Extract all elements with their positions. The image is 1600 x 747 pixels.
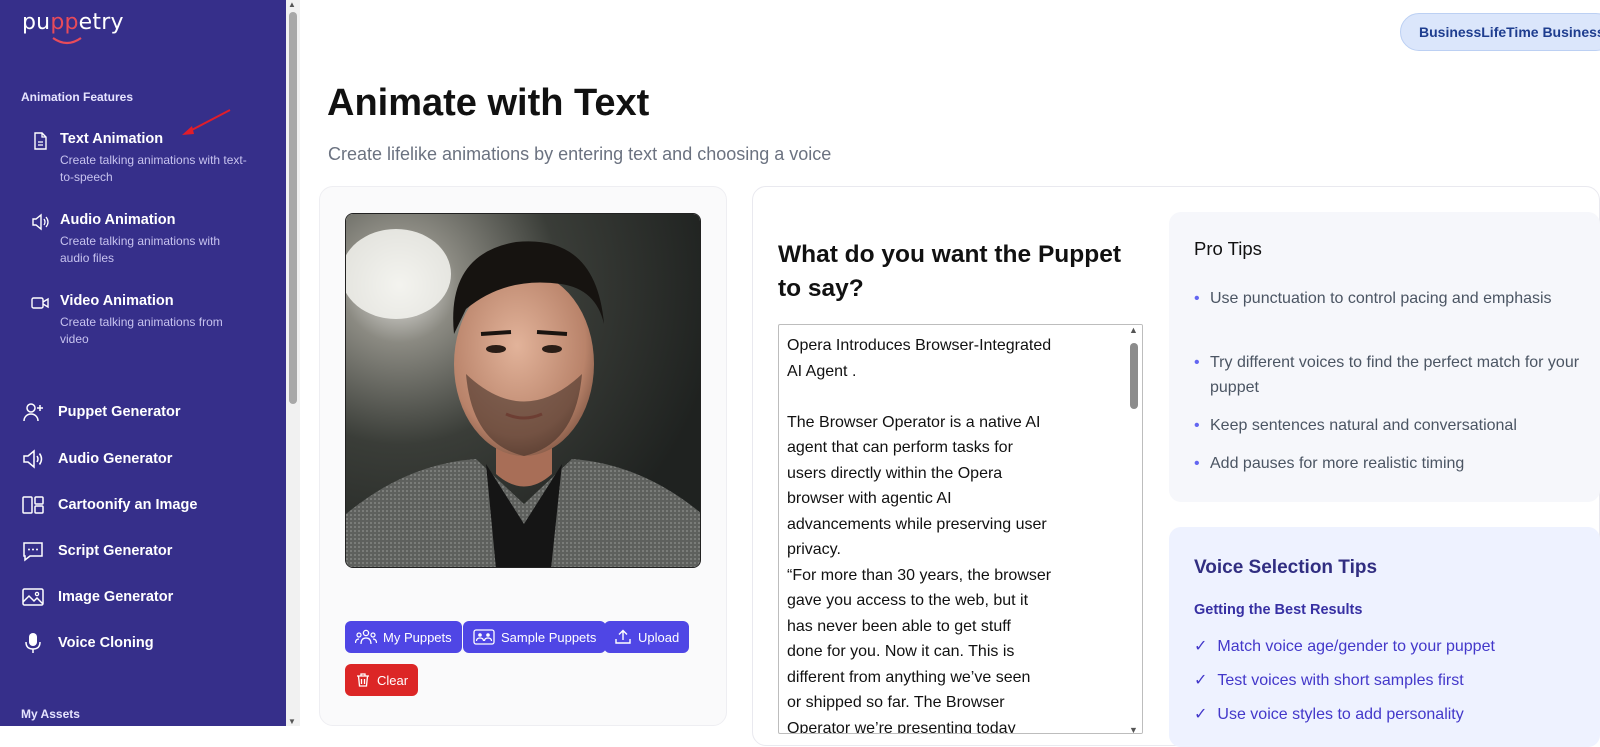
- clear-button[interactable]: Clear: [345, 664, 419, 696]
- check-icon: ✓: [1194, 672, 1208, 689]
- pro-tip-item: • Try different voices to find the perfec…: [1194, 350, 1584, 400]
- pro-tips-title: Pro Tips: [1194, 238, 1262, 259]
- sidebar-item-desc: Create talking animations from video: [60, 315, 223, 346]
- sidebar-item-puppet-generator[interactable]: Puppet Generator: [21, 398, 271, 426]
- scrollbar-thumb[interactable]: [289, 12, 297, 404]
- scroll-up-icon[interactable]: ▲: [1129, 325, 1138, 335]
- sidebar-item-image-generator[interactable]: Image Generator: [21, 583, 271, 611]
- my-puppets-button[interactable]: My Puppets: [345, 621, 462, 653]
- section-label-animation-features: Animation Features: [21, 90, 134, 104]
- pro-tip-item: • Keep sentences natural and conversation…: [1194, 413, 1584, 438]
- bullet-icon: •: [1194, 354, 1200, 371]
- annotation-arrow-icon: [182, 109, 231, 135]
- plan-badge-button[interactable]: BusinessLifeTime Business: [1400, 13, 1600, 51]
- sidebar-item-audio-generator[interactable]: Audio Generator: [21, 445, 271, 473]
- voice-tip-item: ✓ Use voice styles to add personality: [1194, 706, 1464, 723]
- pro-tips-panel: Pro Tips • Use punctuation to control pac…: [1169, 212, 1600, 502]
- speaker-icon: [23, 449, 43, 469]
- sample-puppets-button[interactable]: Sample Puppets: [463, 621, 607, 653]
- bullet-icon: •: [1194, 290, 1200, 307]
- pro-tip-item: • Use punctuation to control pacing and e…: [1194, 286, 1584, 311]
- speaker-icon: [32, 213, 49, 231]
- sidebar-item-text-animation[interactable]: Text Animation Create talking animations…: [30, 131, 260, 187]
- image-icon: [22, 588, 44, 606]
- video-camera-icon: [31, 297, 49, 309]
- voice-tips-title: Voice Selection Tips: [1194, 557, 1378, 578]
- page-title: Animate with Text: [327, 82, 650, 124]
- microphone-icon: [25, 633, 41, 653]
- users-icon: [355, 629, 377, 645]
- check-icon: ✓: [1194, 706, 1208, 723]
- voice-tip-item: ✓ Match voice age/gender to your puppet: [1194, 638, 1495, 655]
- document-icon: [34, 132, 47, 150]
- bullet-icon: •: [1194, 417, 1200, 434]
- sidebar-item-title: Video Animation: [60, 293, 174, 309]
- script-prompt-title: What do you want the Puppet to say?: [778, 241, 1121, 302]
- chat-bubble-icon: [23, 542, 43, 562]
- sidebar-item-script-generator[interactable]: Script Generator: [21, 537, 271, 565]
- upload-button[interactable]: Upload: [604, 621, 690, 653]
- pro-tip-item: • Add pauses for more realistic timing: [1194, 451, 1584, 476]
- sidebar-item-title: Audio Animation: [60, 212, 176, 228]
- voice-tip-item: ✓ Test voices with short samples first: [1194, 672, 1464, 689]
- users-grid-icon: [473, 629, 495, 645]
- voice-tips-panel: Voice Selection Tips Getting the Best Re…: [1169, 527, 1600, 747]
- puppetry-logo[interactable]: puppetry: [22, 10, 124, 45]
- textarea-scrollbar[interactable]: ▲ ▼: [1126, 325, 1142, 733]
- scroll-up-icon[interactable]: ▲: [288, 0, 296, 9]
- logo-smile-icon: [52, 37, 82, 45]
- sidebar-scrollbar[interactable]: ▲ ▼: [286, 0, 300, 726]
- sidebar: puppetry Animation Features Text Animati…: [0, 0, 286, 726]
- script-text[interactable]: Opera Introduces Browser-Integrated AI A…: [787, 333, 1077, 733]
- script-textarea[interactable]: Opera Introduces Browser-Integrated AI A…: [778, 324, 1143, 734]
- sidebar-item-cartoonify[interactable]: Cartoonify an Image: [21, 491, 271, 519]
- trash-icon: [357, 673, 369, 687]
- sidebar-item-voice-cloning[interactable]: Voice Cloning: [21, 629, 271, 657]
- sidebar-item-desc: Create talking animations with text-to-s…: [60, 153, 247, 184]
- sidebar-item-video-animation[interactable]: Video Animation Create talking animation…: [30, 293, 260, 349]
- upload-icon: [615, 629, 631, 644]
- check-icon: ✓: [1194, 638, 1208, 655]
- scroll-down-icon[interactable]: ▼: [1129, 725, 1138, 733]
- section-label-my-assets: My Assets: [21, 707, 80, 721]
- user-plus-icon: [23, 403, 43, 422]
- sidebar-item-audio-animation[interactable]: Audio Animation Create talking animation…: [30, 212, 260, 268]
- layout-icon: [22, 496, 44, 514]
- page-subtitle: Create lifelike animations by entering t…: [328, 144, 832, 164]
- scrollbar-thumb[interactable]: [1130, 343, 1138, 409]
- scroll-down-icon[interactable]: ▼: [288, 717, 296, 726]
- bullet-icon: •: [1194, 455, 1200, 472]
- puppet-portrait-image[interactable]: [345, 213, 701, 568]
- sidebar-item-desc: Create talking animations with audio fil…: [60, 234, 221, 265]
- voice-tips-subtitle: Getting the Best Results: [1194, 602, 1363, 618]
- sidebar-item-title: Text Animation: [60, 131, 164, 147]
